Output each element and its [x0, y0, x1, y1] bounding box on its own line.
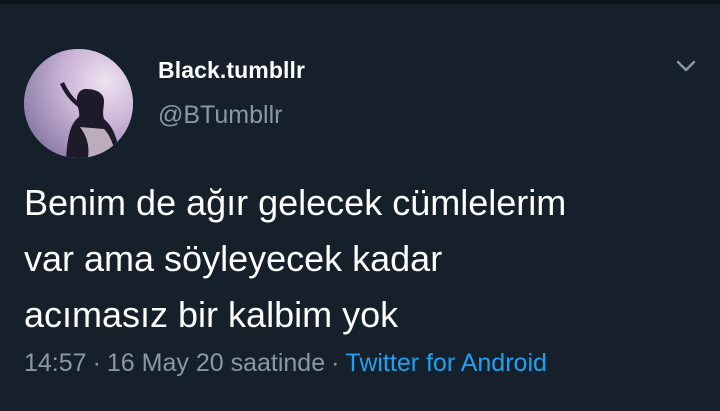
bottom-edge	[0, 403, 720, 411]
separator: ·	[92, 349, 101, 377]
user-handle[interactable]: @BTumbllr	[158, 101, 282, 130]
tweet-meta: 14:57 · 16 May 20 saatinde · Twitter for And…	[24, 349, 547, 378]
profile-photo-icon	[24, 49, 133, 158]
tweet-date[interactable]: 16 May 20 saatinde	[107, 349, 325, 377]
chevron-down-icon[interactable]	[672, 55, 700, 77]
tweet-time[interactable]: 14:57	[24, 349, 87, 377]
tweet-text: Benim de ağır gelecek cümlelerim var ama…	[24, 182, 567, 335]
tweet-source-link[interactable]: Twitter for Android	[345, 349, 546, 377]
separator: ·	[331, 349, 340, 377]
display-name[interactable]: Black.tumbllr	[158, 57, 305, 84]
tweet-card: Black.tumbllr @BTumbllr Benim de ağır ge…	[0, 0, 720, 411]
avatar[interactable]	[24, 49, 133, 158]
